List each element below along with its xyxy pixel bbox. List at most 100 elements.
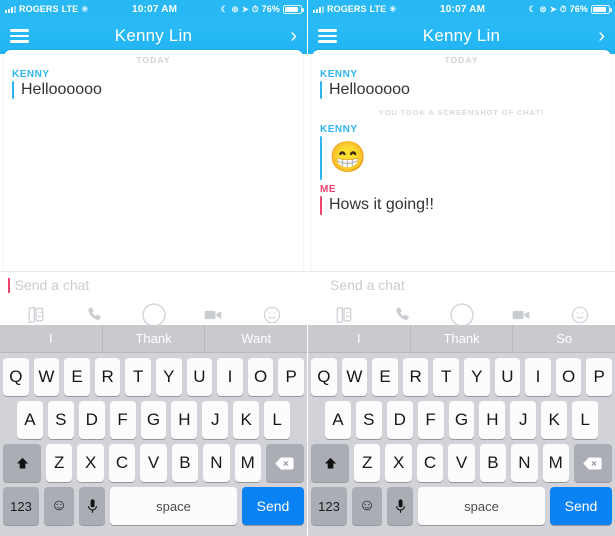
key-w[interactable]: W <box>33 358 60 396</box>
key-o[interactable]: O <box>555 358 582 396</box>
status-bar-left: ROGERS LTE ✳ <box>313 4 396 14</box>
key-r[interactable]: R <box>402 358 429 396</box>
key-g[interactable]: G <box>140 401 167 439</box>
key-d[interactable]: D <box>78 401 105 439</box>
send-button[interactable]: Send <box>550 487 612 525</box>
key-j[interactable]: J <box>202 401 229 439</box>
key-k[interactable]: K <box>541 401 568 439</box>
key-m[interactable]: M <box>234 444 261 482</box>
key-x[interactable]: X <box>385 444 412 482</box>
key-m[interactable]: M <box>542 444 569 482</box>
key-a[interactable]: A <box>325 401 351 439</box>
key-n[interactable]: N <box>203 444 230 482</box>
space-key[interactable]: space <box>110 487 237 525</box>
message-text: Helloooooo <box>329 81 410 98</box>
key-h[interactable]: H <box>479 401 506 439</box>
key-s[interactable]: S <box>47 401 74 439</box>
key-l[interactable]: L <box>572 401 599 439</box>
key-j[interactable]: J <box>510 401 537 439</box>
chat-message: ME Hows it going!! <box>312 183 611 217</box>
key-s[interactable]: S <box>355 401 382 439</box>
hamburger-icon[interactable] <box>10 28 29 44</box>
key-u[interactable]: U <box>186 358 213 396</box>
prediction-item[interactable]: Thank <box>409 325 513 352</box>
status-bar: ROGERS LTE ✳ 10:07 AM ☾ ⊜ ➤ ⏱ 76% <box>0 0 307 18</box>
key-g[interactable]: G <box>448 401 475 439</box>
prediction-item[interactable]: So <box>512 325 615 352</box>
chevron-right-icon[interactable]: › <box>290 26 297 46</box>
status-bar-right: ☾ ⊜ ➤ ⏱ 76% <box>221 4 304 14</box>
key-w[interactable]: W <box>341 358 368 396</box>
chat-message: KENNY 😁 <box>312 123 611 183</box>
key-f[interactable]: F <box>109 401 136 439</box>
key-v[interactable]: V <box>448 444 475 482</box>
shift-icon[interactable] <box>3 444 42 482</box>
chat-input-placeholder[interactable]: Send a chat <box>316 277 405 293</box>
chat-input-row[interactable]: Send a chat <box>308 272 615 298</box>
prediction-item[interactable]: Want <box>204 325 307 352</box>
alarm-icon: ⏱ <box>559 3 567 14</box>
chat-input-row[interactable]: Send a chat <box>0 272 307 298</box>
key-z[interactable]: Z <box>354 444 381 482</box>
day-separator-label: TODAY <box>136 55 171 65</box>
predictive-text-bar: I Thank Want <box>0 325 307 353</box>
key-i[interactable]: I <box>525 358 551 396</box>
key-y[interactable]: Y <box>156 358 182 396</box>
key-t[interactable]: T <box>125 358 151 396</box>
key-q[interactable]: Q <box>3 358 29 396</box>
key-v[interactable]: V <box>140 444 167 482</box>
key-o[interactable]: O <box>247 358 274 396</box>
key-n[interactable]: N <box>511 444 538 482</box>
key-q[interactable]: Q <box>311 358 337 396</box>
key-l[interactable]: L <box>264 401 291 439</box>
smiley-icon[interactable]: ☺ <box>352 487 382 525</box>
numeric-mode-key[interactable]: 123 <box>311 487 347 525</box>
composer-area: Send a chat <box>308 272 615 332</box>
message-body: Helloooooo <box>4 81 303 100</box>
key-c[interactable]: C <box>416 444 444 482</box>
keyboard-row-3: Z X C V B N M <box>0 439 307 482</box>
message-text: Hows it going!! <box>329 196 434 214</box>
backspace-icon[interactable] <box>573 444 612 482</box>
prediction-item[interactable]: Thank <box>101 325 205 352</box>
space-key[interactable]: space <box>418 487 545 525</box>
clock-label: 10:07 AM <box>132 3 178 15</box>
microphone-icon[interactable] <box>79 487 105 525</box>
chevron-right-icon[interactable]: › <box>598 26 605 46</box>
key-i[interactable]: I <box>217 358 243 396</box>
key-b[interactable]: B <box>171 444 199 482</box>
key-p[interactable]: P <box>586 358 612 396</box>
key-u[interactable]: U <box>494 358 521 396</box>
key-t[interactable]: T <box>433 358 459 396</box>
key-b[interactable]: B <box>479 444 507 482</box>
prediction-item[interactable]: I <box>308 325 410 352</box>
carrier-label: ROGERS <box>19 4 59 14</box>
smiley-icon[interactable]: ☺ <box>44 487 74 525</box>
prediction-item[interactable]: I <box>0 325 102 352</box>
clock-label: 10:07 AM <box>440 3 486 15</box>
microphone-icon[interactable] <box>387 487 413 525</box>
key-d[interactable]: D <box>386 401 413 439</box>
send-button[interactable]: Send <box>242 487 304 525</box>
numeric-mode-key[interactable]: 123 <box>3 487 39 525</box>
key-k[interactable]: K <box>233 401 260 439</box>
key-c[interactable]: C <box>108 444 136 482</box>
shift-icon[interactable] <box>311 444 350 482</box>
backspace-icon[interactable] <box>265 444 304 482</box>
key-e[interactable]: E <box>64 358 90 396</box>
location-arrow-icon: ➤ <box>549 3 557 14</box>
keyboard-row-2: A S D F G H J K L <box>0 396 307 439</box>
key-a[interactable]: A <box>17 401 43 439</box>
key-f[interactable]: F <box>417 401 444 439</box>
chat-input-placeholder[interactable]: Send a chat <box>10 277 90 293</box>
hamburger-icon[interactable] <box>318 28 337 44</box>
key-x[interactable]: X <box>77 444 104 482</box>
key-y[interactable]: Y <box>464 358 490 396</box>
message-text: Helloooooo <box>21 81 102 98</box>
key-e[interactable]: E <box>372 358 398 396</box>
composer-area: Send a chat <box>0 272 307 332</box>
key-r[interactable]: R <box>94 358 121 396</box>
key-z[interactable]: Z <box>46 444 73 482</box>
key-h[interactable]: H <box>171 401 198 439</box>
key-p[interactable]: P <box>278 358 304 396</box>
